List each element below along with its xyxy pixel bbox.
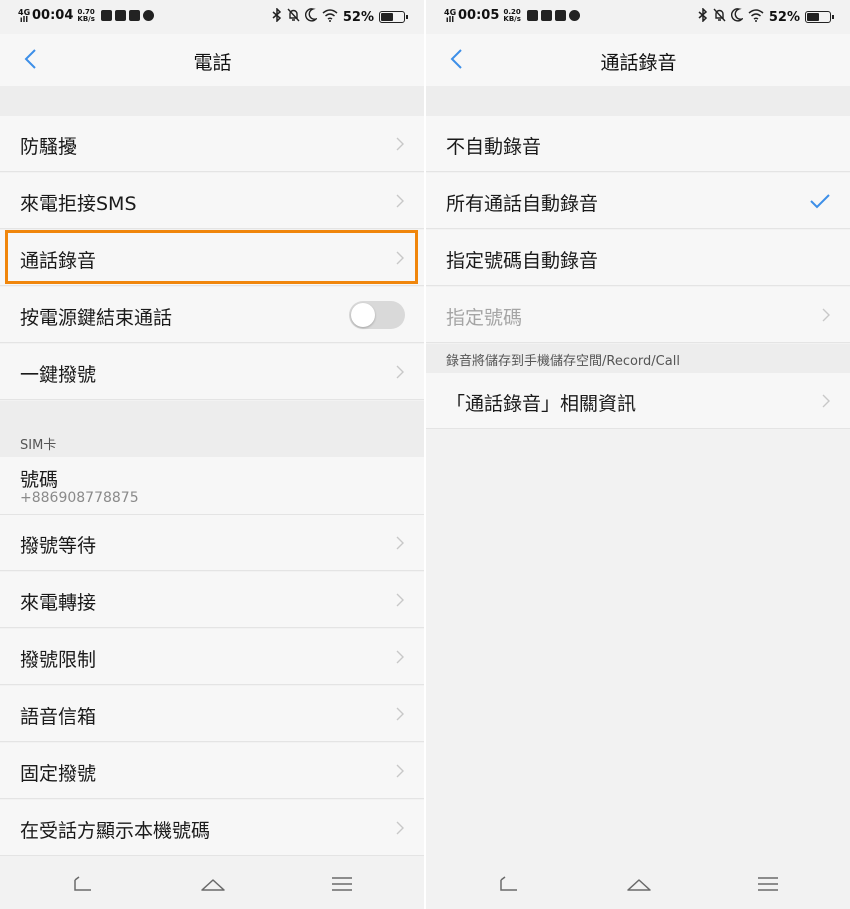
call-recording-info-link[interactable]: 「通話錄音」相關資訊: [426, 373, 850, 429]
bell-off-icon: [287, 8, 300, 26]
setting-item-fixed-dialing[interactable]: 固定撥號: [0, 743, 425, 799]
network-speed: 0.70 KB/s: [77, 7, 95, 23]
calendar-icon: [526, 10, 538, 21]
menu-nav-icon[interactable]: [329, 871, 355, 897]
setting-label: 按電源鍵結束通話: [20, 307, 173, 329]
setting-label: 語音信箱: [20, 706, 97, 728]
mic-icon: [554, 10, 566, 21]
section-gap: [426, 86, 850, 116]
title-bar: 電話: [0, 34, 425, 86]
setting-label: 撥號等待: [20, 535, 97, 557]
setting-item-reject-sms[interactable]: 來電拒接SMS: [0, 173, 425, 229]
chevron-right-icon: [396, 137, 404, 151]
network-speed: 0.20 KB/s: [503, 7, 521, 23]
setting-label: 撥號限制: [20, 649, 97, 671]
call-recording-screen: 4G ıll 00:05 0.20 KB/s 52% 通話錄音 不自動錄音 所有…: [426, 0, 850, 909]
mic-icon: [128, 10, 140, 21]
status-time: 00:05: [458, 8, 500, 23]
facebook-icon: [540, 10, 552, 21]
home-nav-icon[interactable]: [626, 871, 652, 897]
setting-item-anti-harassment[interactable]: 防騷擾: [0, 116, 425, 172]
battery-icon: [379, 11, 408, 23]
setting-label: 一鍵撥號: [20, 364, 97, 386]
title-bar: 通話錄音: [426, 34, 850, 86]
chevron-right-icon: [396, 707, 404, 721]
chevron-right-icon: [396, 650, 404, 664]
status-bar: 4G ıll 00:04 0.70 KB/s 52%: [0, 0, 425, 34]
setting-item-show-caller-id[interactable]: 在受話方顯示本機號碼: [0, 800, 425, 856]
moon-icon: [304, 8, 319, 26]
status-time: 00:04: [32, 8, 74, 23]
phone-number: +886908778875: [20, 490, 139, 506]
setting-item-call-barring[interactable]: 撥號限制: [0, 629, 425, 685]
page-title: 通話錄音: [600, 52, 677, 74]
setting-item-voicemail[interactable]: 語音信箱: [0, 686, 425, 742]
setting-label: 來電拒接SMS: [20, 193, 137, 215]
option-record-specified-numbers[interactable]: 指定號碼自動錄音: [426, 230, 850, 286]
setting-label: 防騷擾: [20, 136, 78, 158]
network-indicator: 4G ıll: [444, 7, 457, 24]
home-nav-icon[interactable]: [200, 871, 226, 897]
back-nav-icon[interactable]: [496, 871, 522, 897]
sim-number-row: 號碼 +886908778875: [0, 457, 425, 515]
toggle-knob: [351, 303, 375, 327]
setting-item-call-forwarding[interactable]: 來電轉接: [0, 572, 425, 628]
bell-off-icon: [713, 8, 726, 26]
specified-numbers-item[interactable]: 指定號碼: [426, 287, 850, 343]
menu-nav-icon[interactable]: [755, 871, 781, 897]
setting-label: 固定撥號: [20, 763, 97, 785]
chevron-right-icon: [396, 821, 404, 835]
chevron-right-icon: [396, 593, 404, 607]
back-nav-icon[interactable]: [70, 871, 96, 897]
setting-item-call-waiting[interactable]: 撥號等待: [0, 515, 425, 571]
navigation-bar: [0, 859, 425, 909]
specified-numbers-label: 指定號碼: [446, 307, 523, 329]
bluetooth-icon: [698, 7, 708, 26]
messenger-icon: [142, 10, 154, 21]
number-label: 號碼: [20, 469, 59, 491]
power-key-toggle[interactable]: [349, 301, 405, 329]
wifi-icon: [322, 8, 338, 26]
chevron-right-icon: [396, 764, 404, 778]
battery-percent: 52%: [768, 9, 800, 25]
section-header-sim: SIM卡: [0, 429, 425, 457]
wifi-icon: [748, 8, 764, 26]
phone-settings-screen: 4G ıll 00:04 0.70 KB/s 52% 電話 防騷擾 來電拒接SM…: [0, 0, 425, 909]
messenger-icon: [568, 10, 580, 21]
page-title: 電話: [193, 52, 232, 74]
setting-item-power-key-end-call[interactable]: 按電源鍵結束通話: [0, 287, 425, 343]
chevron-right-icon: [822, 394, 830, 408]
setting-item-speed-dial[interactable]: 一鍵撥號: [0, 344, 425, 400]
info-link-label: 「通話錄音」相關資訊: [446, 393, 637, 415]
checkmark-icon: [810, 194, 830, 209]
storage-note: 錄音將儲存到手機儲存空間/Record/Call: [426, 344, 850, 373]
moon-icon: [730, 8, 745, 26]
setting-label: 來電轉接: [20, 592, 97, 614]
status-bar: 4G ıll 00:05 0.20 KB/s 52%: [426, 0, 850, 34]
chevron-right-icon: [822, 308, 830, 322]
chevron-right-icon: [396, 194, 404, 208]
option-record-all-calls[interactable]: 所有通話自動錄音: [426, 173, 850, 229]
chevron-right-icon: [396, 536, 404, 550]
chevron-right-icon: [396, 365, 404, 379]
battery-icon: [805, 11, 834, 23]
navigation-bar: [426, 859, 850, 909]
highlight-box: [5, 230, 418, 284]
option-label: 不自動錄音: [446, 136, 542, 158]
setting-label: 在受話方顯示本機號碼: [20, 820, 211, 842]
option-label: 指定號碼自動錄音: [446, 250, 599, 272]
battery-percent: 52%: [342, 9, 374, 25]
option-no-auto-record[interactable]: 不自動錄音: [426, 116, 850, 172]
bluetooth-icon: [272, 7, 282, 26]
network-indicator: 4G ıll: [18, 7, 31, 24]
section-gap: [0, 86, 425, 116]
option-label: 所有通話自動錄音: [446, 193, 599, 215]
facebook-icon: [114, 10, 126, 21]
section-gap: [0, 401, 425, 429]
calendar-icon: [100, 10, 112, 21]
